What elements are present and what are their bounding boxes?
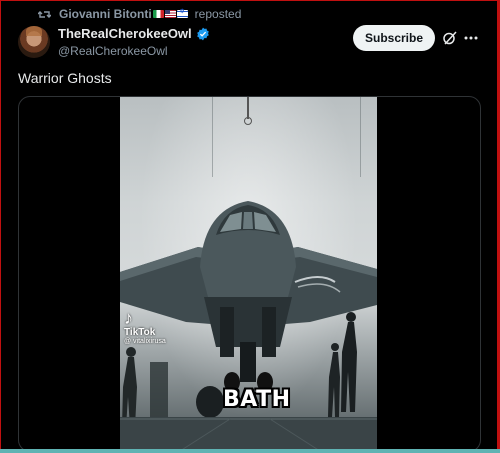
author-block: TheRealCherokeeOwl @RealCherokeeOwl <box>58 26 210 58</box>
author-name-row: TheRealCherokeeOwl <box>58 26 210 41</box>
tiktok-watermark: ♪ TikTok @ vitalixirusa <box>124 309 166 345</box>
tweet-text: Warrior Ghosts <box>18 70 112 86</box>
tiktok-brand: TikTok <box>124 327 156 338</box>
repost-header: Giovanni Bitonti reposted <box>38 6 241 22</box>
video-caption: BATH <box>223 387 291 412</box>
reposted-label: reposted <box>194 7 242 21</box>
tiktok-icon: ♪ <box>124 308 133 328</box>
flag-emojis <box>152 8 189 18</box>
author-display-name[interactable]: TheRealCherokeeOwl <box>58 26 192 41</box>
subscribe-button[interactable]: Subscribe <box>353 25 435 51</box>
bottom-strip <box>0 449 500 453</box>
more-icon[interactable] <box>464 36 478 40</box>
verified-badge-icon <box>196 27 209 40</box>
grok-icon[interactable] <box>442 30 458 46</box>
avatar[interactable] <box>18 26 50 58</box>
video-frame[interactable]: ♪ TikTok @ vitalixirusa BATH <box>120 97 377 451</box>
repost-user[interactable]: Giovanni Bitonti <box>59 7 152 21</box>
tiktok-user: @ vitalixirusa <box>124 338 166 345</box>
israel-flag-icon <box>176 8 188 18</box>
usa-flag-icon <box>164 10 176 18</box>
repost-icon <box>38 10 51 18</box>
author-handle[interactable]: @RealCherokeeOwl <box>58 44 210 58</box>
italy-flag-icon <box>152 10 164 18</box>
video-player[interactable]: ♪ TikTok @ vitalixirusa BATH <box>18 96 481 452</box>
